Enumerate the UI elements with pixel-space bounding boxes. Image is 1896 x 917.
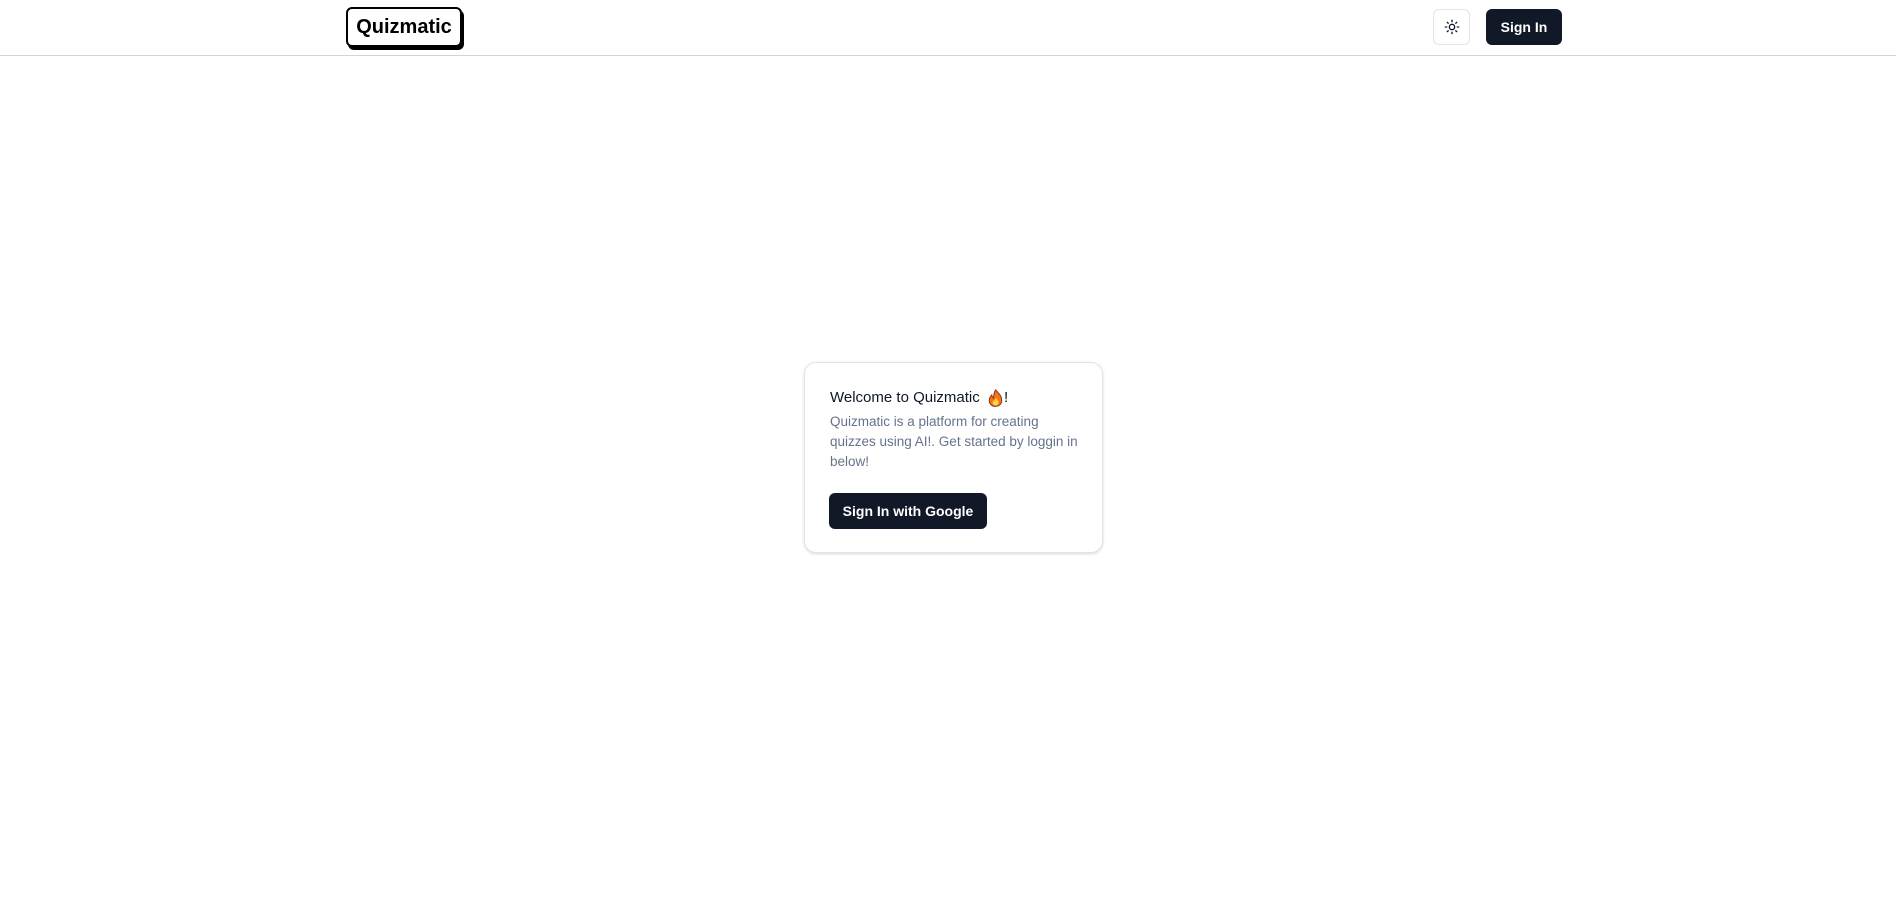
- sign-in-label: Sign In: [1500, 19, 1548, 35]
- card-title-exclamation: !: [1003, 389, 1009, 406]
- theme-toggle-button[interactable]: [1433, 9, 1470, 45]
- logo-text: Quizmatic: [356, 15, 452, 38]
- card-description: Quizmatic is a platform for creating qui…: [830, 414, 1078, 469]
- google-button-label: Sign In with Google: [842, 503, 974, 519]
- welcome-card: Welcome to Quizmatic ! Quizmatic is a pl…: [804, 362, 1103, 553]
- flame-icon: [988, 389, 1003, 407]
- logo-link[interactable]: Quizmatic: [346, 7, 462, 47]
- top-navbar: Quizmatic Sign In: [0, 0, 1896, 56]
- sign-in-button[interactable]: Sign In: [1486, 9, 1562, 45]
- sun-icon: [1444, 19, 1460, 35]
- sign-in-with-google-button[interactable]: Sign In with Google: [829, 493, 987, 529]
- card-title: Welcome to Quizmatic !: [830, 387, 1078, 409]
- card-title-text: Welcome to Quizmatic: [830, 389, 984, 406]
